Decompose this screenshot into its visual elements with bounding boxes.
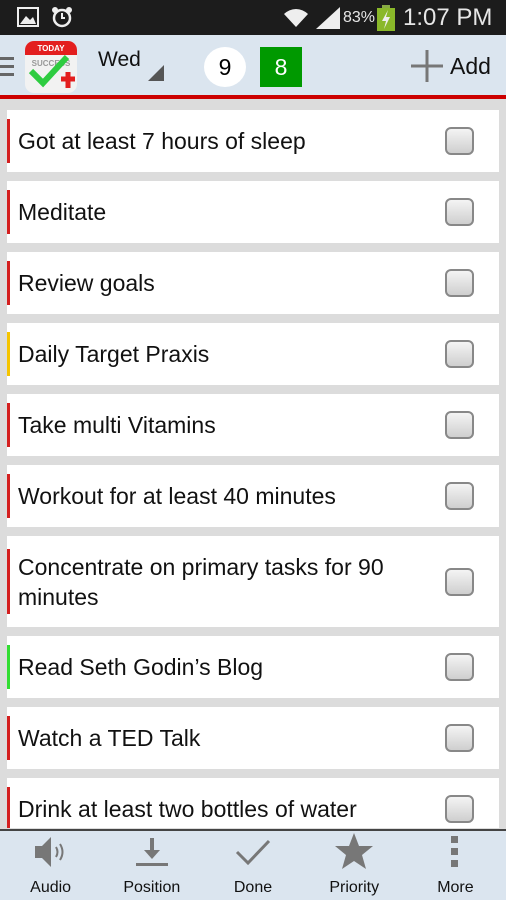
star-icon: [334, 832, 374, 875]
task-checkbox[interactable]: [445, 340, 474, 368]
wifi-icon: [284, 9, 308, 27]
clock: 1:07 PM: [403, 4, 493, 31]
task-checkbox[interactable]: [445, 127, 474, 155]
priority-indicator: [7, 473, 10, 519]
task-label: Read Seth Godin’s Blog: [18, 654, 264, 680]
task-checkbox[interactable]: [445, 795, 474, 823]
task-row[interactable]: Drink at least two bottles of water: [7, 778, 499, 828]
task-label: Workout for at least 40 minutes: [18, 483, 336, 509]
task-row[interactable]: Got at least 7 hours of sleep: [7, 110, 499, 172]
button-label: Priority: [329, 879, 380, 896]
priority-indicator: [7, 260, 10, 306]
task-label: Meditate: [18, 199, 107, 225]
more-vertical-icon: [450, 834, 460, 875]
task-label: Concentrate on primary tasks for 90 minu…: [18, 553, 384, 610]
priority-indicator: [7, 644, 10, 690]
add-button[interactable]: Add: [410, 49, 491, 83]
task-row[interactable]: Workout for at least 40 minutes: [7, 465, 499, 527]
task-row[interactable]: Watch a TED Talk: [7, 707, 499, 769]
task-checkbox[interactable]: [445, 198, 474, 226]
add-label: Add: [450, 52, 491, 79]
done-count-badge: 8: [260, 47, 302, 87]
image-icon: [17, 7, 39, 27]
task-label: Daily Target Praxis: [18, 341, 210, 367]
priority-indicator: [7, 402, 10, 448]
task-label: Drink at least two bottles of water: [18, 796, 357, 822]
day-selector[interactable]: Wed: [98, 48, 141, 72]
battery-charging-icon: [377, 5, 395, 31]
plus-icon: [411, 50, 443, 82]
task-checkbox[interactable]: [445, 567, 474, 596]
more-button[interactable]: More: [405, 831, 506, 900]
task-checkbox[interactable]: [445, 411, 474, 439]
priority-indicator: [7, 331, 10, 377]
task-label: Got at least 7 hours of sleep: [18, 128, 306, 154]
task-row[interactable]: Daily Target Praxis: [7, 323, 499, 385]
position-button[interactable]: Position: [101, 831, 202, 900]
task-row[interactable]: Concentrate on primary tasks for 90 minu…: [7, 536, 499, 627]
task-list[interactable]: Got at least 7 hours of sleep Meditate Rev…: [7, 110, 499, 828]
button-label: Done: [233, 879, 273, 896]
priority-indicator: [7, 118, 10, 164]
task-checkbox[interactable]: [445, 653, 474, 681]
priority-indicator: [7, 715, 10, 761]
app-logo[interactable]: TODAY SUCCESS: [25, 41, 77, 93]
priority-indicator: [7, 548, 10, 615]
audio-button[interactable]: Audio: [0, 831, 101, 900]
status-bar: 83% 1:07 PM: [0, 0, 506, 35]
button-label: Audio: [30, 879, 72, 896]
button-label: More: [437, 879, 474, 896]
task-checkbox[interactable]: [445, 482, 474, 510]
done-button[interactable]: Done: [202, 831, 303, 900]
menu-icon[interactable]: [0, 57, 14, 77]
download-icon: [134, 834, 170, 875]
check-icon: [235, 834, 271, 875]
task-row[interactable]: Review goals: [7, 252, 499, 314]
task-row[interactable]: Read Seth Godin’s Blog: [7, 636, 499, 698]
speaker-icon: [31, 834, 71, 875]
button-label: Position: [123, 879, 181, 896]
priority-indicator: [7, 189, 10, 235]
task-label: Review goals: [18, 270, 155, 296]
task-row[interactable]: Take multi Vitamins: [7, 394, 499, 456]
task-label: Watch a TED Talk: [18, 725, 201, 751]
task-row[interactable]: Meditate: [7, 181, 499, 243]
signal-icon: [316, 7, 340, 29]
dropdown-arrow-icon[interactable]: [148, 65, 164, 81]
task-checkbox[interactable]: [445, 724, 474, 752]
app-header: TODAY SUCCESS Wed 9 8 Add: [0, 35, 506, 99]
task-label: Take multi Vitamins: [18, 412, 216, 438]
priority-button[interactable]: Priority: [304, 831, 405, 900]
total-count-badge: 9: [204, 47, 246, 87]
bottom-toolbar: Audio Position Done Priority More: [0, 829, 506, 900]
battery-percent: 83%: [343, 9, 376, 26]
priority-indicator: [7, 786, 10, 828]
task-checkbox[interactable]: [445, 269, 474, 297]
alarm-icon: [52, 7, 72, 28]
